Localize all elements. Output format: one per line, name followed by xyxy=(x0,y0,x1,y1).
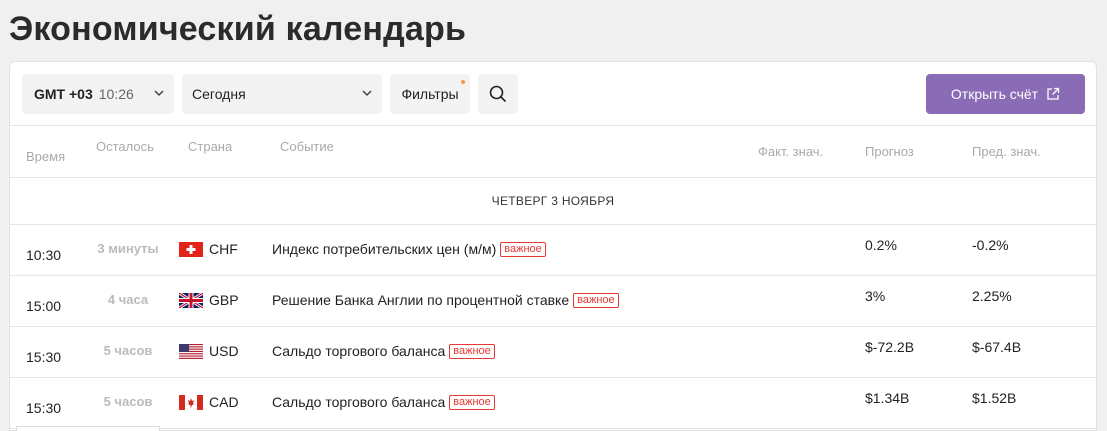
open-account-label: Открыть счёт xyxy=(950,86,1039,102)
forecast-value: $-72.2B xyxy=(865,339,915,355)
event-title: Решение Банка Англии по процентной ставк… xyxy=(272,292,570,308)
country-code: CAD xyxy=(209,394,239,410)
table-row[interactable]: 15:30 5 часов USD Сальдо торгового балан… xyxy=(10,327,1096,378)
forecast-value: 0.2% xyxy=(865,237,897,253)
timezone-label: GMT +03 xyxy=(34,86,93,102)
toolbar: GMT +03 10:26 Сегодня Фильтры Открыть сч… xyxy=(10,62,1096,126)
event-name[interactable]: Сальдо торгового баланса важное xyxy=(272,343,495,359)
canada-flag-icon xyxy=(179,394,203,410)
chevron-down-icon xyxy=(362,90,372,97)
col-forecast: Прогноз xyxy=(865,144,914,159)
timezone-select[interactable]: GMT +03 10:26 xyxy=(22,74,174,114)
time-left: 3 минуты xyxy=(97,241,159,256)
col-previous: Пред. знач. xyxy=(972,144,1041,159)
time-left: 5 часов xyxy=(103,343,153,358)
event-title: Индекс потребительских цен (м/м) xyxy=(272,241,497,257)
search-icon xyxy=(489,85,507,103)
chevron-down-icon xyxy=(154,90,164,97)
col-country: Страна xyxy=(188,139,233,154)
col-actual: Факт. знач. xyxy=(758,144,824,159)
table-row[interactable]: 15:30 5 часов CAD Сальдо торгового балан… xyxy=(10,378,1096,429)
swiss-flag-icon xyxy=(179,241,203,257)
calendar-card: GMT +03 10:26 Сегодня Фильтры Открыть сч… xyxy=(9,61,1097,431)
filters-button[interactable]: Фильтры xyxy=(390,74,470,114)
event-name[interactable]: Решение Банка Англии по процентной ставк… xyxy=(272,292,619,308)
country: CAD xyxy=(179,394,239,410)
country: USD xyxy=(179,343,239,359)
importance-badge: важное xyxy=(500,241,546,257)
filter-indicator-dot xyxy=(461,80,465,84)
uk-flag-icon xyxy=(179,292,203,308)
importance-badge: важное xyxy=(449,394,495,410)
external-link-icon xyxy=(1047,87,1060,100)
col-left: Осталось xyxy=(96,139,154,154)
search-button[interactable] xyxy=(478,74,518,114)
previous-value: -0.2% xyxy=(972,237,1009,253)
event-time: 15:30 xyxy=(26,349,62,365)
forecast-value: $1.34B xyxy=(865,390,910,406)
event-title: Сальдо торгового баланса xyxy=(272,343,446,359)
table-row[interactable]: 15:00 4 часа GBP Решение Банка Англии по… xyxy=(10,276,1096,327)
filters-label: Фильтры xyxy=(401,86,459,102)
country-code: USD xyxy=(209,343,239,359)
col-event: Событие xyxy=(280,139,334,154)
importance-badge: важное xyxy=(449,343,495,359)
period-label: Сегодня xyxy=(192,86,246,102)
event-time: 15:00 xyxy=(26,298,62,314)
event-title: Сальдо торгового баланса xyxy=(272,394,446,410)
event-time: 10:30 xyxy=(26,247,62,263)
time-left: 4 часа xyxy=(107,292,149,307)
event-name[interactable]: Индекс потребительских цен (м/м) важное xyxy=(272,241,546,257)
bottom-scroll-tab xyxy=(16,426,160,431)
country: GBP xyxy=(179,292,239,308)
importance-badge: важное xyxy=(573,292,619,308)
time-left: 5 часов xyxy=(103,394,153,409)
page-title: Экономический календарь xyxy=(9,10,467,48)
current-time: 10:26 xyxy=(98,86,134,102)
table-header: Время Осталось Страна Событие Факт. знач… xyxy=(10,126,1096,178)
previous-value: $1.52B xyxy=(972,390,1017,406)
previous-value: 2.25% xyxy=(972,288,1012,304)
country-code: CHF xyxy=(209,241,238,257)
open-account-button[interactable]: Открыть счёт xyxy=(926,74,1085,114)
country: CHF xyxy=(179,241,238,257)
table-row[interactable]: 10:30 3 минуты CHF Индекс потребительски… xyxy=(10,225,1096,276)
country-code: GBP xyxy=(209,292,239,308)
col-time: Время xyxy=(26,149,66,164)
previous-value: $-67.4B xyxy=(972,339,1022,355)
event-time: 15:30 xyxy=(26,400,62,416)
day-header: ЧЕТВЕРГ 3 НОЯБРЯ xyxy=(10,178,1096,225)
us-flag-icon xyxy=(179,343,203,359)
forecast-value: 3% xyxy=(865,288,886,304)
event-name[interactable]: Сальдо торгового баланса важное xyxy=(272,394,495,410)
period-select[interactable]: Сегодня xyxy=(182,74,382,114)
